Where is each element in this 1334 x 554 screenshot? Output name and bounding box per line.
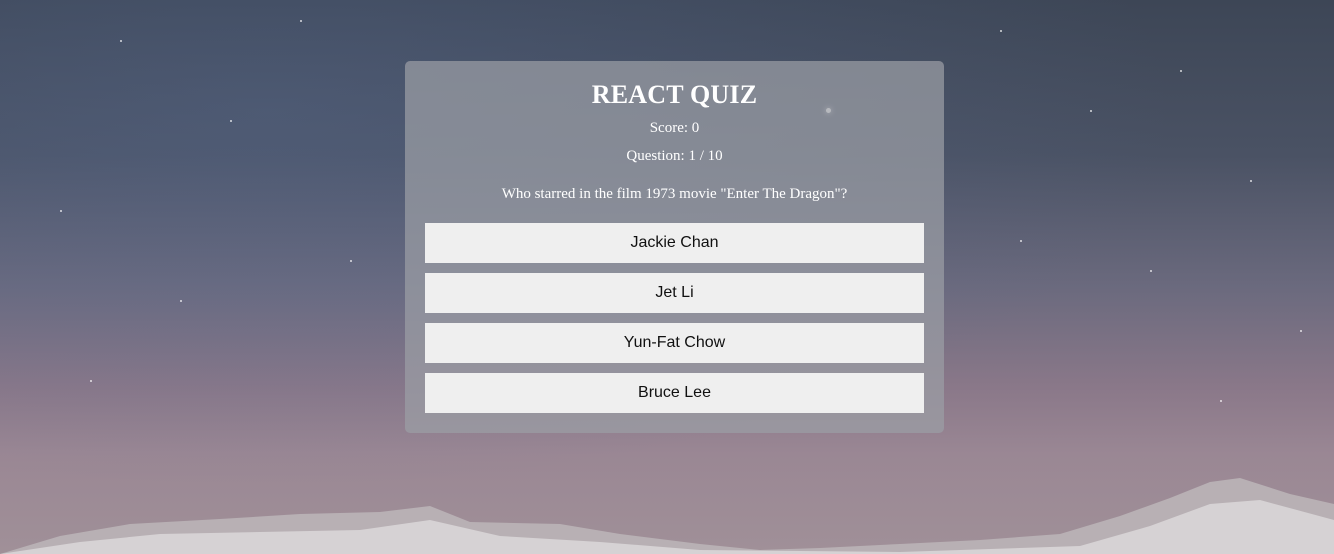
star bbox=[1090, 110, 1092, 112]
score-text: Score: 0 bbox=[649, 120, 700, 136]
star bbox=[1220, 400, 1222, 402]
star bbox=[350, 260, 352, 262]
answer-button-yun-fat-chow[interactable]: Yun-Fat Chow bbox=[425, 323, 924, 363]
snowy-mountains bbox=[0, 478, 1334, 554]
star bbox=[300, 20, 302, 22]
star bbox=[1300, 330, 1302, 332]
answer-button-jet-li[interactable]: Jet Li bbox=[425, 273, 924, 313]
quiz-title: REACT QUIZ bbox=[591, 80, 758, 109]
star bbox=[180, 300, 182, 302]
answer-list: Jackie Chan Jet Li Yun-Fat Chow Bruce Le… bbox=[405, 223, 944, 413]
star bbox=[1150, 270, 1152, 272]
question-text: Who starred in the film 1973 movie "Ente… bbox=[501, 186, 848, 202]
star bbox=[1000, 30, 1002, 32]
star bbox=[120, 40, 122, 42]
star bbox=[60, 210, 62, 212]
star bbox=[1020, 240, 1022, 242]
answer-button-bruce-lee[interactable]: Bruce Lee bbox=[425, 373, 924, 413]
star bbox=[1180, 70, 1182, 72]
star bbox=[230, 120, 232, 122]
question-counter: Question: 1 / 10 bbox=[626, 148, 723, 164]
quiz-card: REACT QUIZ Score: 0 Question: 1 / 10 Who… bbox=[405, 61, 944, 433]
star bbox=[1250, 180, 1252, 182]
star bbox=[90, 380, 92, 382]
answer-button-jackie-chan[interactable]: Jackie Chan bbox=[425, 223, 924, 263]
